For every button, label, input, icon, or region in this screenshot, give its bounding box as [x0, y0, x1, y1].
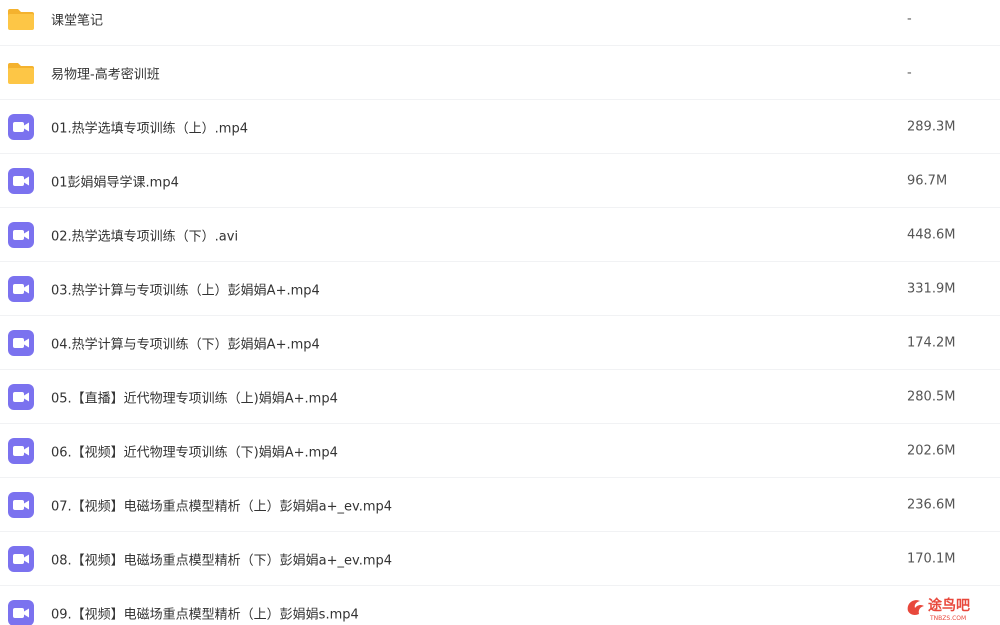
video-icon [6, 436, 36, 466]
file-name: 07.【视频】电磁场重点模型精析（上）彭娟娟a+_ev.mp4 [51, 499, 393, 514]
file-size: 280.5M [907, 389, 956, 404]
file-row-video[interactable]: 09.【视频】电磁场重点模型精析（上）彭娟娟s.mp4 [0, 586, 1000, 625]
folder-icon [6, 58, 36, 88]
file-size: 289.3M [907, 119, 956, 134]
bird-logo-icon [907, 600, 924, 615]
file-size: - [907, 11, 912, 26]
watermark-logo: 途鸟吧 TNBZS.COM [902, 593, 994, 623]
video-icon [6, 166, 36, 196]
file-row-video[interactable]: 07.【视频】电磁场重点模型精析（上）彭娟娟a+_ev.mp4 236.6M [0, 478, 1000, 532]
file-name: 08.【视频】电磁场重点模型精析（下）彭娟娟a+_ev.mp4 [51, 553, 393, 568]
file-row-video[interactable]: 05.【直播】近代物理专项训练（上)娟娟A+.mp4 280.5M [0, 370, 1000, 424]
file-name: 课堂笔记 [51, 13, 104, 28]
file-name: 01彭娟娟导学课.mp4 [51, 175, 179, 190]
file-size: 202.6M [907, 443, 956, 458]
file-size: 174.2M [907, 335, 956, 350]
file-row-folder[interactable]: 课堂笔记 - [0, 0, 1000, 46]
file-size: 331.9M [907, 281, 956, 296]
video-icon [6, 382, 36, 412]
file-name: 09.【视频】电磁场重点模型精析（上）彭娟娟s.mp4 [51, 607, 359, 622]
video-icon [6, 274, 36, 304]
file-row-video[interactable]: 01.热学选填专项训练（上）.mp4 289.3M [0, 100, 1000, 154]
file-row-folder[interactable]: 易物理-高考密训班 - [0, 46, 1000, 100]
file-row-video[interactable]: 06.【视频】近代物理专项训练（下)娟娟A+.mp4 202.6M [0, 424, 1000, 478]
video-icon [6, 112, 36, 142]
file-name: 03.热学计算与专项训练（上）彭娟娟A+.mp4 [51, 283, 320, 298]
file-name: 02.热学选填专项训练（下）.avi [51, 229, 239, 244]
watermark-subtext: TNBZS.COM [929, 615, 966, 622]
file-row-video[interactable]: 04.热学计算与专项训练（下）彭娟娟A+.mp4 174.2M [0, 316, 1000, 370]
file-name: 05.【直播】近代物理专项训练（上)娟娟A+.mp4 [51, 391, 338, 406]
watermark-text: 途鸟吧 [928, 597, 970, 614]
file-name: 06.【视频】近代物理专项训练（下)娟娟A+.mp4 [51, 445, 338, 460]
file-row-video[interactable]: 01彭娟娟导学课.mp4 96.7M [0, 154, 1000, 208]
file-size: - [907, 65, 912, 80]
file-row-video[interactable]: 08.【视频】电磁场重点模型精析（下）彭娟娟a+_ev.mp4 170.1M [0, 532, 1000, 586]
video-icon [6, 490, 36, 520]
file-list: 课堂笔记 - 易物理-高考密训班 - 01.热学选填专项训练（上）.mp4 28… [0, 0, 1000, 625]
file-size: 236.6M [907, 497, 956, 512]
file-name: 01.热学选填专项训练（上）.mp4 [51, 121, 248, 136]
video-icon [6, 544, 36, 574]
video-icon [6, 328, 36, 358]
file-row-video[interactable]: 02.热学选填专项训练（下）.avi 448.6M [0, 208, 1000, 262]
video-icon [6, 220, 36, 250]
file-size: 170.1M [907, 551, 956, 566]
video-icon [6, 598, 36, 625]
file-name: 04.热学计算与专项训练（下）彭娟娟A+.mp4 [51, 337, 320, 352]
file-size: 96.7M [907, 173, 948, 188]
file-size: 448.6M [907, 227, 956, 242]
file-row-video[interactable]: 03.热学计算与专项训练（上）彭娟娟A+.mp4 331.9M [0, 262, 1000, 316]
file-name: 易物理-高考密训班 [51, 67, 160, 82]
folder-icon [6, 4, 36, 34]
